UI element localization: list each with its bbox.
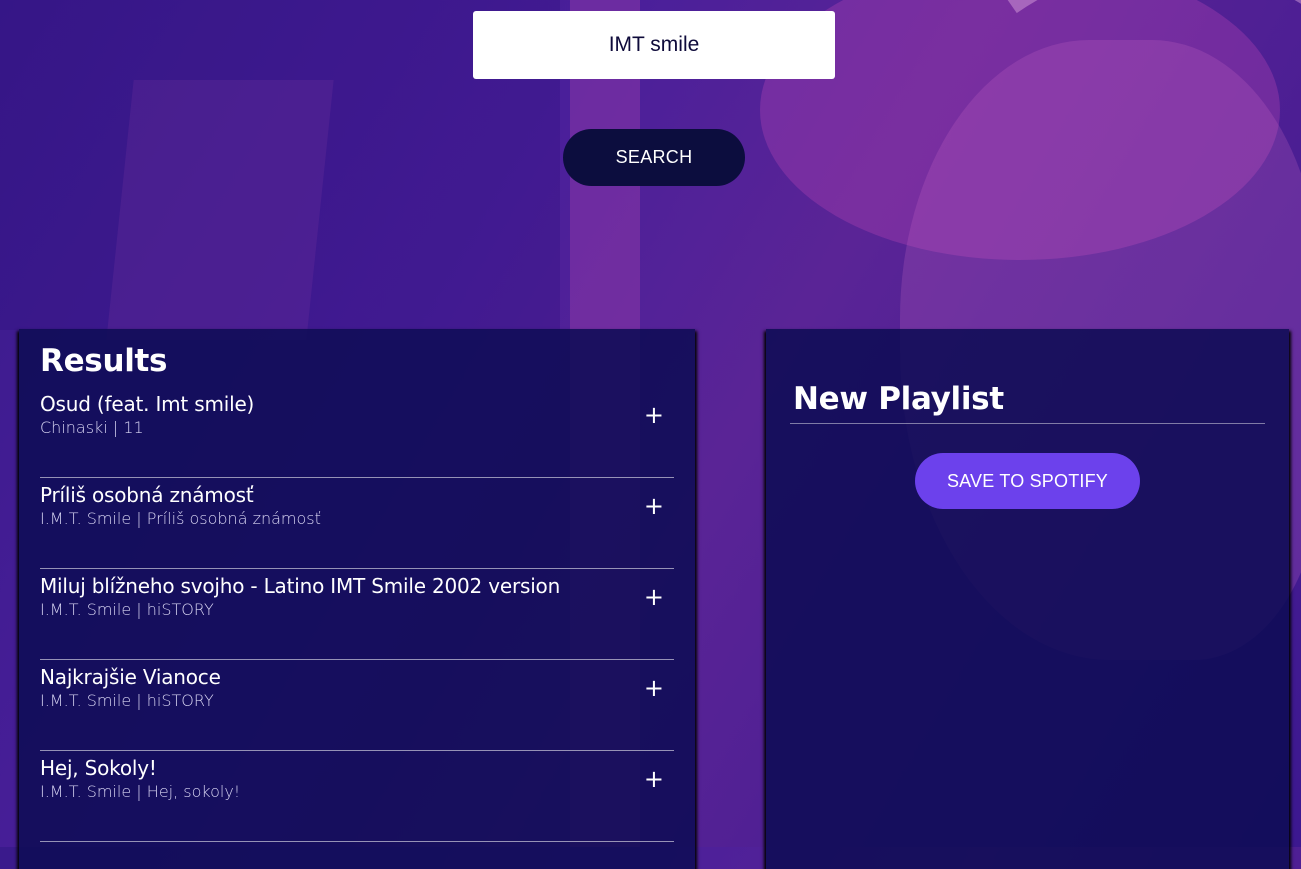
track-item: Príliš osobná známosť I.M.T. Smile | Prí…	[40, 478, 674, 569]
save-to-spotify-button[interactable]: SAVE TO SPOTIFY	[915, 453, 1140, 509]
playlist-name-field[interactable]: New Playlist	[790, 381, 1265, 424]
track-info: Chinaski | 11	[40, 418, 144, 437]
playlist-title[interactable]: New Playlist	[793, 381, 1262, 417]
track-item: Najkrajšie Vianoce I.M.T. Smile | hiSTOR…	[40, 660, 674, 751]
track-info: I.M.T. Smile | hiSTORY	[40, 691, 214, 710]
track-name: Príliš osobná známosť	[40, 483, 254, 507]
add-track-button[interactable]: +	[644, 403, 664, 427]
track-info: I.M.T. Smile | Hej, sokoly!	[40, 782, 241, 801]
search-input[interactable]	[473, 11, 835, 79]
track-name: Najkrajšie Vianoce	[40, 665, 221, 689]
add-track-button[interactable]: +	[644, 494, 664, 518]
playlist-panel: New Playlist SAVE TO SPOTIFY	[766, 329, 1289, 869]
track-name: Hej, Sokoly!	[40, 756, 157, 780]
background-stripe	[106, 80, 334, 340]
track-item: Miluj blížneho svojho - Latino IMT Smile…	[40, 569, 674, 660]
search-button[interactable]: SEARCH	[563, 129, 745, 186]
track-item: Hej, Sokoly! I.M.T. Smile | Hej, sokoly!…	[40, 751, 674, 842]
add-track-button[interactable]: +	[644, 767, 664, 791]
track-info: I.M.T. Smile | hiSTORY	[40, 600, 214, 619]
track-item: Osud (feat. Imt smile) Chinaski | 11 +	[40, 387, 674, 478]
track-list: Osud (feat. Imt smile) Chinaski | 11 + P…	[40, 387, 674, 842]
add-track-button[interactable]: +	[644, 585, 664, 609]
track-name: Osud (feat. Imt smile)	[40, 392, 255, 416]
track-name: Miluj blížneho svojho - Latino IMT Smile…	[40, 574, 561, 598]
results-panel: Results Osud (feat. Imt smile) Chinaski …	[19, 329, 695, 869]
track-info: I.M.T. Smile | Príliš osobná známosť	[40, 509, 321, 528]
add-track-button[interactable]: +	[644, 676, 664, 700]
results-title: Results	[40, 343, 168, 379]
